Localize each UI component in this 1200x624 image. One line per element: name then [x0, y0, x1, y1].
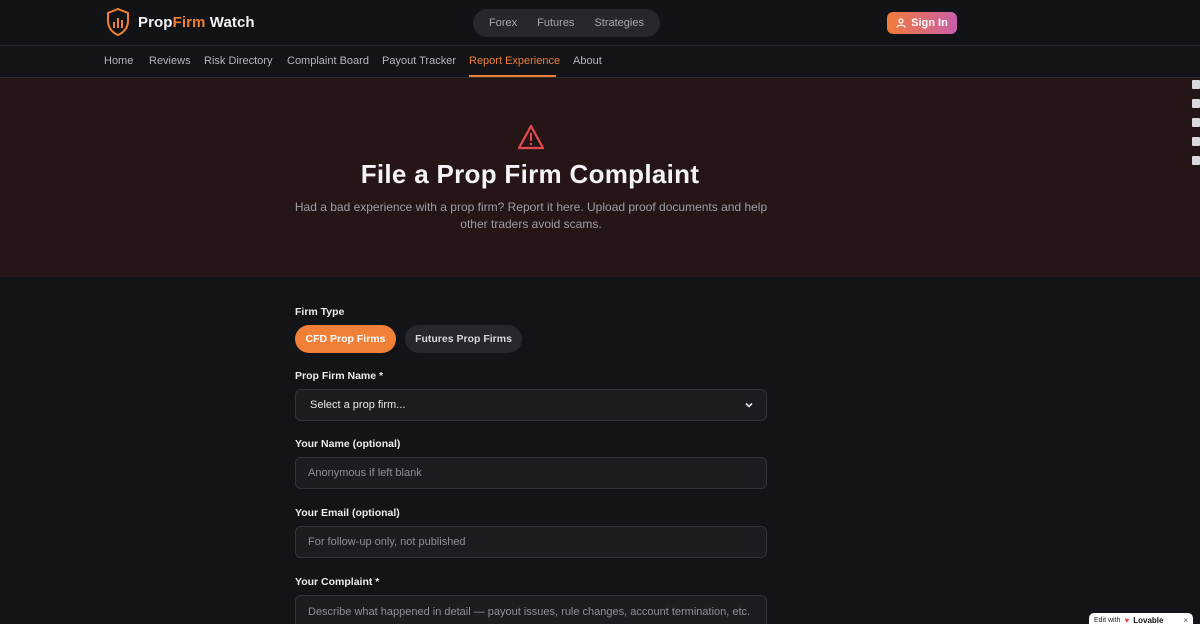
close-icon[interactable]: ×	[1183, 616, 1188, 624]
window-icon[interactable]	[1192, 118, 1200, 127]
nav-item-report-experience[interactable]: Report Experience	[469, 55, 560, 67]
copy-icon[interactable]	[1192, 137, 1200, 146]
complaint-label: Your Complaint *	[295, 576, 380, 588]
lovable-brand: Lovable	[1133, 615, 1164, 624]
nav-item-risk-directory[interactable]: Risk Directory	[204, 55, 272, 67]
your-email-label: Your Email (optional)	[295, 507, 400, 519]
heart-icon: ♥	[1124, 615, 1130, 624]
your-name-input[interactable]: Anonymous if left blank	[295, 457, 767, 489]
firm-name-label: Prop Firm Name *	[295, 370, 384, 382]
your-email-placeholder: For follow-up only, not published	[308, 536, 466, 548]
market-tab-forex[interactable]: Forex	[483, 13, 523, 33]
logo-text: PropFirm Watch	[138, 14, 255, 31]
firm-name-select-value: Select a prop firm...	[310, 399, 406, 411]
nav-item-payout-tracker[interactable]: Payout Tracker	[382, 55, 456, 67]
your-name-label: Your Name (optional)	[295, 438, 401, 450]
market-switcher: Forex Futures Strategies	[473, 9, 660, 37]
user-icon	[896, 18, 906, 28]
shield-chart-icon	[107, 8, 129, 36]
firm-type-cfd-button[interactable]: CFD Prop Firms	[295, 325, 396, 353]
page-subtitle: Had a bad experience with a prop firm? R…	[294, 200, 768, 231]
logo-text-part1: Prop	[138, 13, 173, 31]
logo-text-part2: Firm	[172, 13, 206, 31]
nav-item-reviews[interactable]: Reviews	[149, 55, 191, 67]
your-email-input[interactable]: For follow-up only, not published	[295, 526, 767, 558]
logo[interactable]: PropFirm Watch	[106, 8, 255, 36]
edit-with-lovable-badge[interactable]: Edit with ♥ Lovable ×	[1089, 613, 1193, 624]
gear-icon[interactable]	[1192, 156, 1200, 165]
complaint-textarea[interactable]: Describe what happened in detail — payou…	[295, 595, 767, 624]
logo-text-part3: Watch	[205, 13, 255, 31]
market-tab-futures[interactable]: Futures	[531, 13, 580, 33]
active-nav-indicator	[469, 75, 556, 77]
complaint-placeholder: Describe what happened in detail — payou…	[308, 606, 751, 618]
edit-with-text: Edit with	[1094, 616, 1121, 624]
nav-item-complaint-board[interactable]: Complaint Board	[287, 55, 369, 67]
nav-item-about[interactable]: About	[573, 55, 602, 67]
firm-type-futures-button[interactable]: Futures Prop Firms	[405, 325, 522, 353]
side-toolbar	[1190, 80, 1200, 175]
camera-icon[interactable]	[1192, 99, 1200, 108]
your-name-placeholder: Anonymous if left blank	[308, 467, 422, 479]
sign-in-label: Sign In	[911, 17, 948, 29]
page-title: File a Prop Firm Complaint	[360, 159, 700, 189]
chevron-down-icon	[745, 402, 753, 408]
market-tab-strategies[interactable]: Strategies	[588, 13, 650, 33]
firm-type-label: Firm Type	[295, 306, 345, 318]
top-bar: PropFirm Watch Forex Futures Strategies …	[0, 0, 1200, 46]
main-nav: Home Reviews Risk Directory Complaint Bo…	[0, 47, 1200, 78]
sign-in-button[interactable]: Sign In	[887, 12, 957, 34]
warning-triangle-icon	[517, 124, 545, 150]
nav-item-home[interactable]: Home	[104, 55, 133, 67]
pencil-icon[interactable]	[1192, 80, 1200, 89]
firm-name-select[interactable]: Select a prop firm...	[295, 389, 767, 421]
